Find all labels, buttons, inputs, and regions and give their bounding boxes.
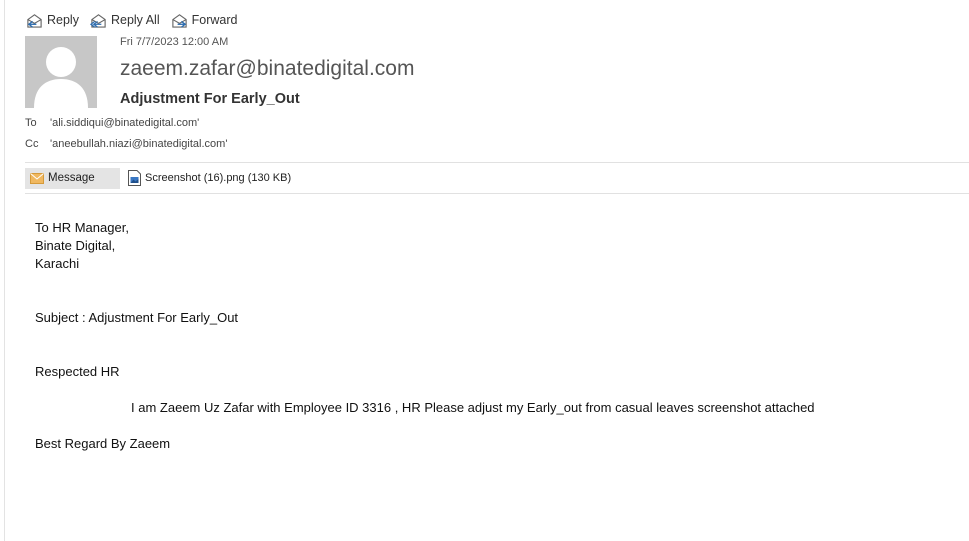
addressee-line-1: To HR Manager, bbox=[35, 220, 129, 235]
to-label: To bbox=[25, 117, 37, 129]
reply-button[interactable]: Reply bbox=[26, 9, 79, 31]
cc-label: Cc bbox=[25, 138, 39, 150]
image-file-icon bbox=[128, 170, 141, 186]
to-row: To 'ali.siddiqui@binatedigital.com' bbox=[25, 117, 199, 129]
to-recipient[interactable]: 'ali.siddiqui@binatedigital.com' bbox=[50, 117, 199, 129]
body-subject-line: Subject : Adjustment For Early_Out bbox=[35, 310, 239, 325]
addressee-line-2: Binate Digital, bbox=[35, 238, 116, 253]
reply-all-button[interactable]: Reply All bbox=[89, 9, 160, 31]
reading-pane-toolbar: Reply Reply All Forward bbox=[26, 9, 248, 31]
message-tab-label: Message bbox=[48, 172, 95, 184]
message-tab[interactable]: Message bbox=[25, 167, 120, 189]
attachment-divider bbox=[25, 193, 969, 194]
envelope-icon bbox=[30, 172, 44, 184]
forward-label: Forward bbox=[191, 13, 238, 27]
reply-icon bbox=[27, 13, 42, 28]
forward-icon bbox=[171, 13, 187, 28]
cc-recipient[interactable]: 'aneebullah.niazi@binatedigital.com' bbox=[50, 138, 227, 150]
sent-date: Fri 7/7/2023 12:00 AM bbox=[120, 36, 229, 48]
attachment-bar: Message Screenshot (16).png (130 KB) bbox=[25, 167, 291, 189]
reply-label: Reply bbox=[47, 13, 79, 27]
addressee-line-3: Karachi bbox=[35, 256, 80, 271]
greeting: Respected HR bbox=[35, 364, 120, 379]
person-placeholder-icon bbox=[25, 36, 97, 108]
email-subject: Adjustment For Early_Out bbox=[120, 91, 300, 107]
attachment-file-name: Screenshot (16).png (130 KB) bbox=[145, 172, 292, 184]
left-border bbox=[4, 0, 5, 541]
header-divider bbox=[25, 162, 969, 163]
sender-avatar bbox=[25, 36, 97, 108]
attachment-file[interactable]: Screenshot (16).png (130 KB) bbox=[128, 170, 291, 186]
reply-all-icon bbox=[89, 13, 106, 28]
sender-address[interactable]: zaeem.zafar@binatedigital.com bbox=[120, 57, 414, 81]
body-paragraph: I am Zaeem Uz Zafar with Employee ID 331… bbox=[131, 400, 815, 415]
reply-all-label: Reply All bbox=[110, 13, 160, 27]
forward-button[interactable]: Forward bbox=[171, 9, 238, 31]
closing: Best Regard By Zaeem bbox=[35, 436, 171, 451]
cc-row: Cc 'aneebullah.niazi@binatedigital.com' bbox=[25, 138, 227, 150]
